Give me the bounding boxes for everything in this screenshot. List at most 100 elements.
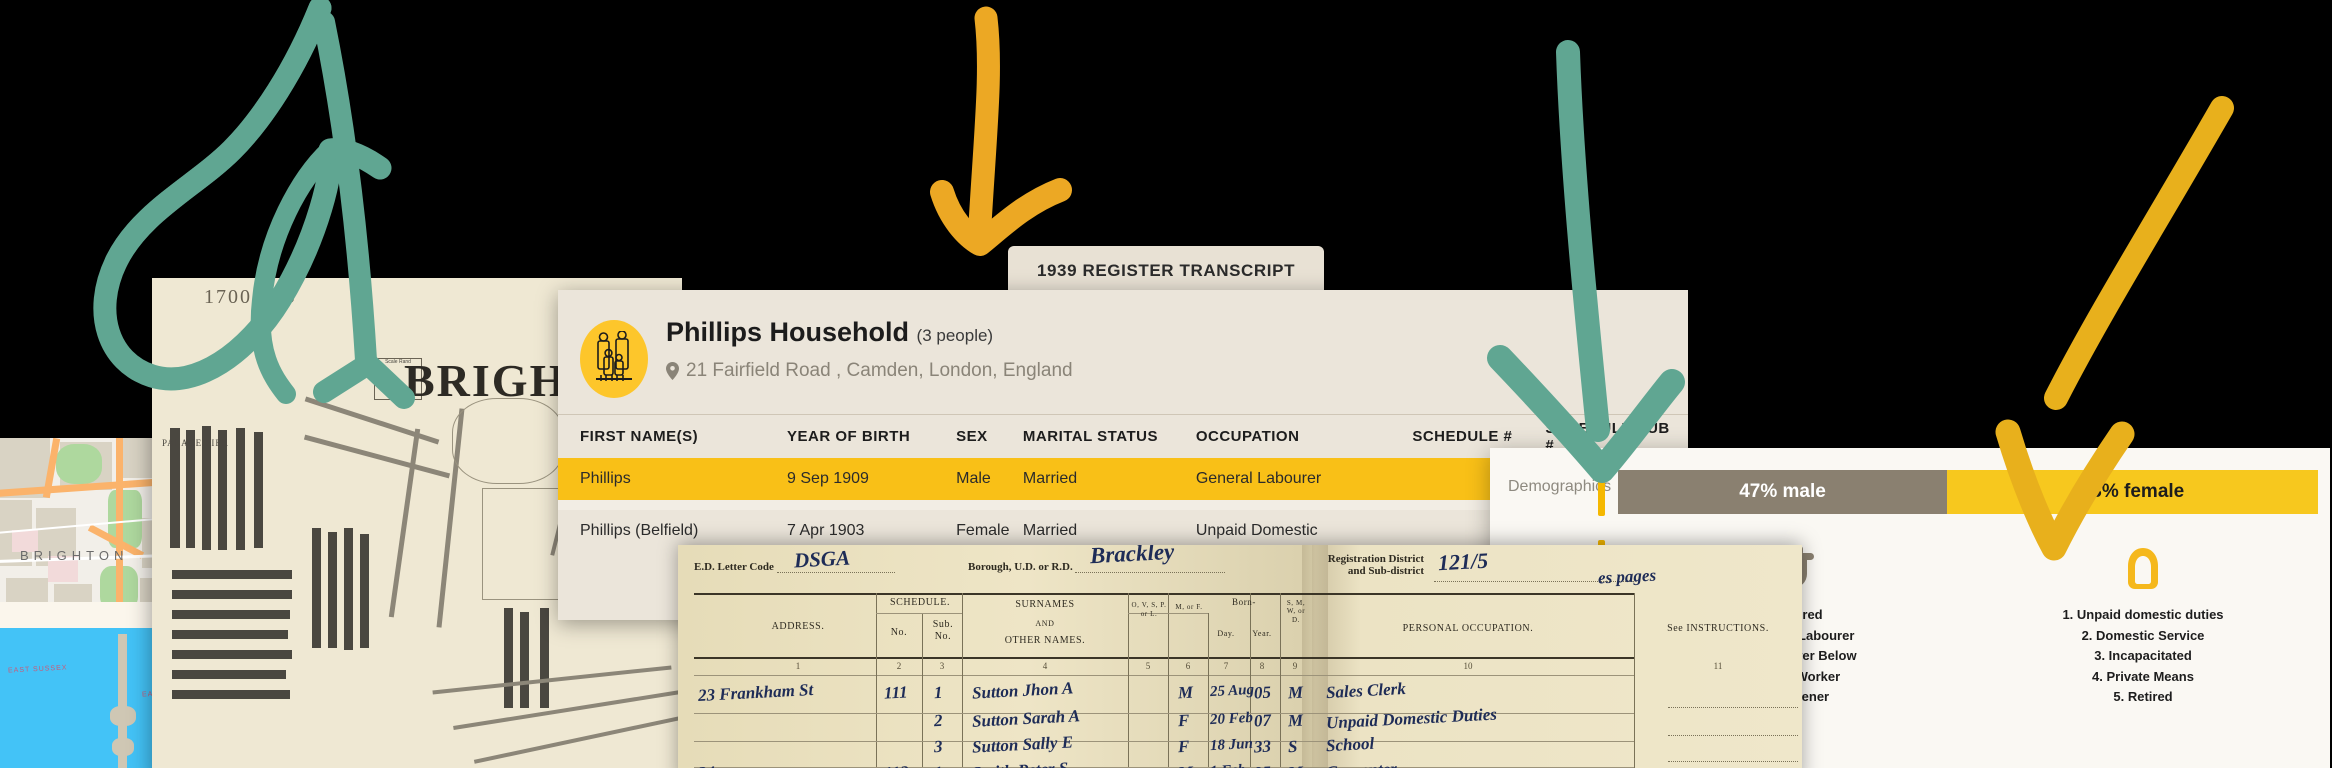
teal-loop-underlay xyxy=(104,0,332,274)
screenshot-stage: BRIGHTON EAST SUSSEX EAST SUSSEX Aquariu… xyxy=(0,0,2332,768)
ledger-col-other-names: OTHER NAMES. xyxy=(1004,635,1086,646)
ledger-cell-sched: 111 xyxy=(883,682,909,703)
ledger-cell-sub: 2 xyxy=(933,710,943,731)
map-city-label: BRIGHTON xyxy=(20,548,129,563)
ledger-cell-year: 33 xyxy=(1253,736,1272,757)
female-occupations-column: 1. Unpaid domestic duties 2. Domestic Se… xyxy=(1968,540,2318,706)
transcript-header: Phillips Household (3 people) 21 Fairfie… xyxy=(558,290,1688,398)
borough-label: Borough, U.D. or R.D. xyxy=(968,561,1073,573)
ledger-col-born: Born- xyxy=(1232,597,1256,607)
cell-occupation: Unpaid Domestic xyxy=(1195,522,1318,539)
ledger-num-9: 9 xyxy=(1292,661,1298,671)
ledger-col-smwd: S, M, W, or D. xyxy=(1286,599,1306,624)
household-address-row: 21 Fairfield Road , Camden, London, Engl… xyxy=(666,360,1073,382)
cell-occupation: General Labourer xyxy=(1195,470,1322,487)
yellow-down-arrow-shaft xyxy=(968,6,1000,236)
ledger-cell-occupation: School xyxy=(1325,733,1375,756)
ledger-cell-sub: 1 xyxy=(933,682,943,703)
ledger-cell-year: 05 xyxy=(1253,682,1272,703)
cell-first-names: Phillips (Belfield) xyxy=(580,522,699,539)
female-occupation-3: 3. Incapacitated xyxy=(2094,648,2192,664)
ledger-col-ovspl: O, V, S, P. or L. xyxy=(1131,601,1167,618)
col-marital-status: MARITAL STATUS xyxy=(1022,428,1158,445)
ledger-cell-day: 25 Aug xyxy=(1209,681,1255,701)
household-name: Phillips Household xyxy=(666,317,910,347)
ledger-num-6: 6 xyxy=(1185,661,1191,671)
registration-value: 121/5 xyxy=(1437,547,1489,576)
yellow-diagonal-arrow-shaft xyxy=(2044,96,2234,410)
ledger-col-surnames-and: AND xyxy=(1035,619,1055,628)
ledger-num-10: 10 xyxy=(1463,661,1473,671)
registration-label-line1: Registration District xyxy=(1327,553,1424,565)
ledger-col-instructions: See INSTRUCTIONS. xyxy=(1667,623,1769,634)
ed-letter-code-value: DSGA xyxy=(793,545,851,573)
ledger-cell-cond: M xyxy=(1287,763,1303,768)
ledger-num-3: 3 xyxy=(939,661,945,671)
ledger-num-8: 8 xyxy=(1259,661,1265,671)
household-address: 21 Fairfield Road , Camden, London, Engl… xyxy=(686,359,1073,381)
col-sex: SEX xyxy=(956,428,988,445)
female-occupation-4: 4. Private Means xyxy=(2092,668,2194,684)
col-schedule: SCHEDULE # xyxy=(1412,428,1513,445)
ledger-cell-cond: M xyxy=(1287,710,1304,731)
ledger-cell-year: 95 xyxy=(1253,763,1271,768)
registration-label-line2: and Sub-district xyxy=(1347,565,1424,577)
cell-sex: Female xyxy=(956,522,1010,539)
location-pin-icon xyxy=(666,361,679,380)
ledger-col-address: ADDRESS. xyxy=(771,621,825,632)
cell-year-of-birth: 9 Sep 1909 xyxy=(787,470,869,487)
yellow-down-arrow-head xyxy=(930,178,1072,256)
cell-first-names: Phillips xyxy=(580,470,631,487)
male-bar-label: 47% male xyxy=(1739,481,1826,502)
col-year-of-birth: YEAR OF BIRTH xyxy=(787,428,911,445)
household-title: Phillips Household (3 people) xyxy=(666,317,1073,348)
female-bar: 53% female xyxy=(1947,470,2318,514)
ledger-col-schedule-no: No. xyxy=(890,627,908,638)
ledger-cell-day: 18 Jun xyxy=(1209,735,1254,755)
ledger-cell-sub: 1 xyxy=(933,763,943,768)
col-occupation: OCCUPATION xyxy=(1195,428,1300,445)
ledger-num-5: 5 xyxy=(1145,661,1151,671)
ledger-cell-cond: S xyxy=(1287,736,1298,757)
ledger-num-2: 2 xyxy=(896,661,902,671)
ledger-col-born-year: Year. xyxy=(1252,629,1272,638)
ledger-cell-sex: M xyxy=(1177,763,1193,768)
register-ledger-image[interactable]: E.D. Letter Code DSGA Borough, U.D. or R… xyxy=(678,545,1802,768)
ledger-num-1: 1 xyxy=(795,661,801,671)
family-group-icon xyxy=(580,320,648,398)
demographics-label: Demographics xyxy=(1508,478,1612,495)
cell-marital-status: Married xyxy=(1022,522,1078,539)
ledger-num-11: 11 xyxy=(1713,661,1723,671)
male-bar: 47% male xyxy=(1618,470,1947,514)
ledger-col-mf: M, or F. xyxy=(1175,603,1203,611)
ledger-cell-year: 07 xyxy=(1253,710,1272,731)
col-first-names: FIRST NAME(S) xyxy=(580,428,699,445)
ledger-cell-sched: 112 xyxy=(883,762,909,768)
cell-sex: Male xyxy=(956,470,991,487)
ledger-cell-day: 20 Feb xyxy=(1209,709,1254,729)
ledger-col-occupation: PERSONAL OCCUPATION. xyxy=(1402,623,1534,634)
ledger-col-schedule-sub: Sub. No. xyxy=(932,619,954,642)
ledger-cell-day: 1 Feb xyxy=(1210,762,1246,768)
female-occupation-2: 2. Domestic Service xyxy=(2081,627,2205,643)
ledger-col-surnames: SURNAMES xyxy=(1015,599,1075,610)
female-bar-label: 53% female xyxy=(2080,481,2185,502)
bonnet-icon xyxy=(1968,540,2318,598)
gender-split-bar: 47% male 53% female xyxy=(1618,470,2318,514)
historic-map-date: 1700-905 xyxy=(204,286,297,308)
ledger-num-4: 4 xyxy=(1042,661,1048,671)
ledger-col-schedule: SCHEDULE. xyxy=(889,597,951,608)
ledger-cell-sub: 3 xyxy=(933,736,943,757)
transcript-tab-label: 1939 REGISTER TRANSCRIPT xyxy=(1036,261,1296,280)
historic-map-pier-label: PALACE PIER xyxy=(162,438,229,448)
ledger-cell-sex: F xyxy=(1177,736,1190,757)
cell-marital-status: Married xyxy=(1022,470,1078,487)
tick-mark-top xyxy=(1598,470,1605,516)
ledger-cell-cond: M xyxy=(1287,682,1304,703)
ledger-col-born-day: Day. xyxy=(1217,629,1235,638)
female-occupation-1: 1. Unpaid domestic duties xyxy=(2062,607,2224,622)
ledger-cell-occupation: Sales Clerk xyxy=(1325,678,1407,703)
pages-note: es pages xyxy=(1597,565,1657,588)
female-occupation-5: 5. Retired xyxy=(2113,689,2173,705)
transcript-tab[interactable]: 1939 REGISTER TRANSCRIPT xyxy=(1008,246,1324,296)
